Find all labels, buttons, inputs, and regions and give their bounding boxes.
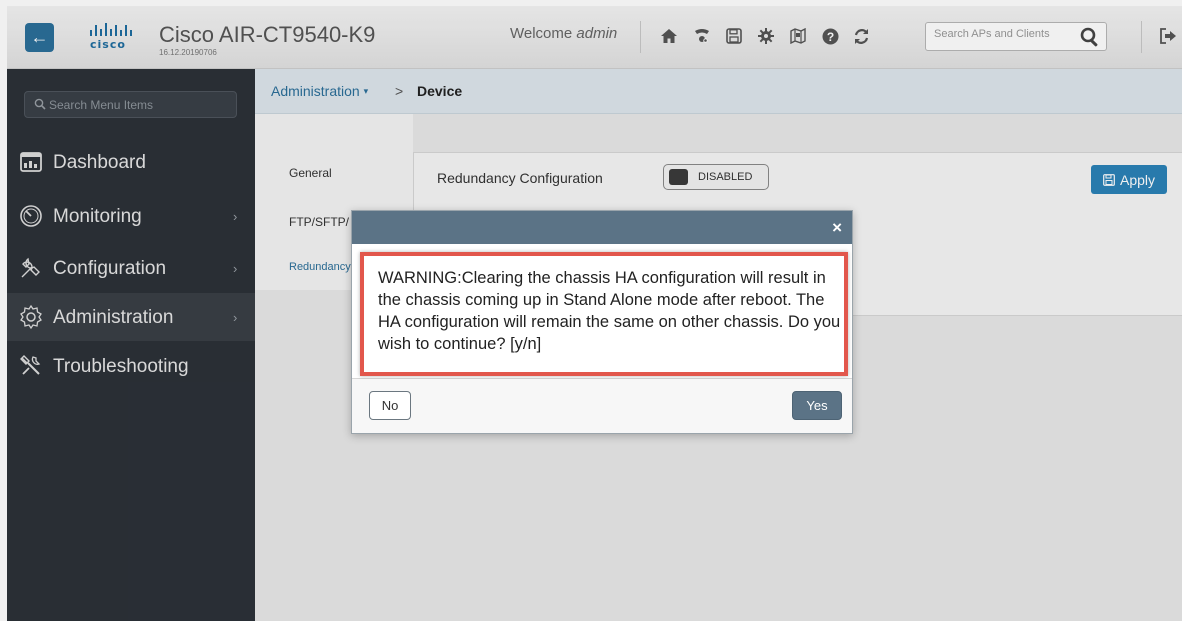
dialog-footer: No Yes xyxy=(352,379,852,433)
app-window: ← cisco Cisco AIR-CT9540-K9 16.12.201907… xyxy=(0,0,1182,621)
no-button[interactable]: No xyxy=(369,391,411,420)
close-icon[interactable]: × xyxy=(832,218,842,238)
warning-message: WARNING:Clearing the chassis HA configur… xyxy=(378,269,841,353)
confirm-dialog: × WARNING:Clearing the chassis HA config… xyxy=(351,210,853,434)
warning-highlight-box: WARNING:Clearing the chassis HA configur… xyxy=(360,252,848,376)
dialog-body: WARNING:Clearing the chassis HA configur… xyxy=(352,244,852,379)
dialog-header: × xyxy=(352,211,852,244)
yes-button[interactable]: Yes xyxy=(792,391,842,420)
